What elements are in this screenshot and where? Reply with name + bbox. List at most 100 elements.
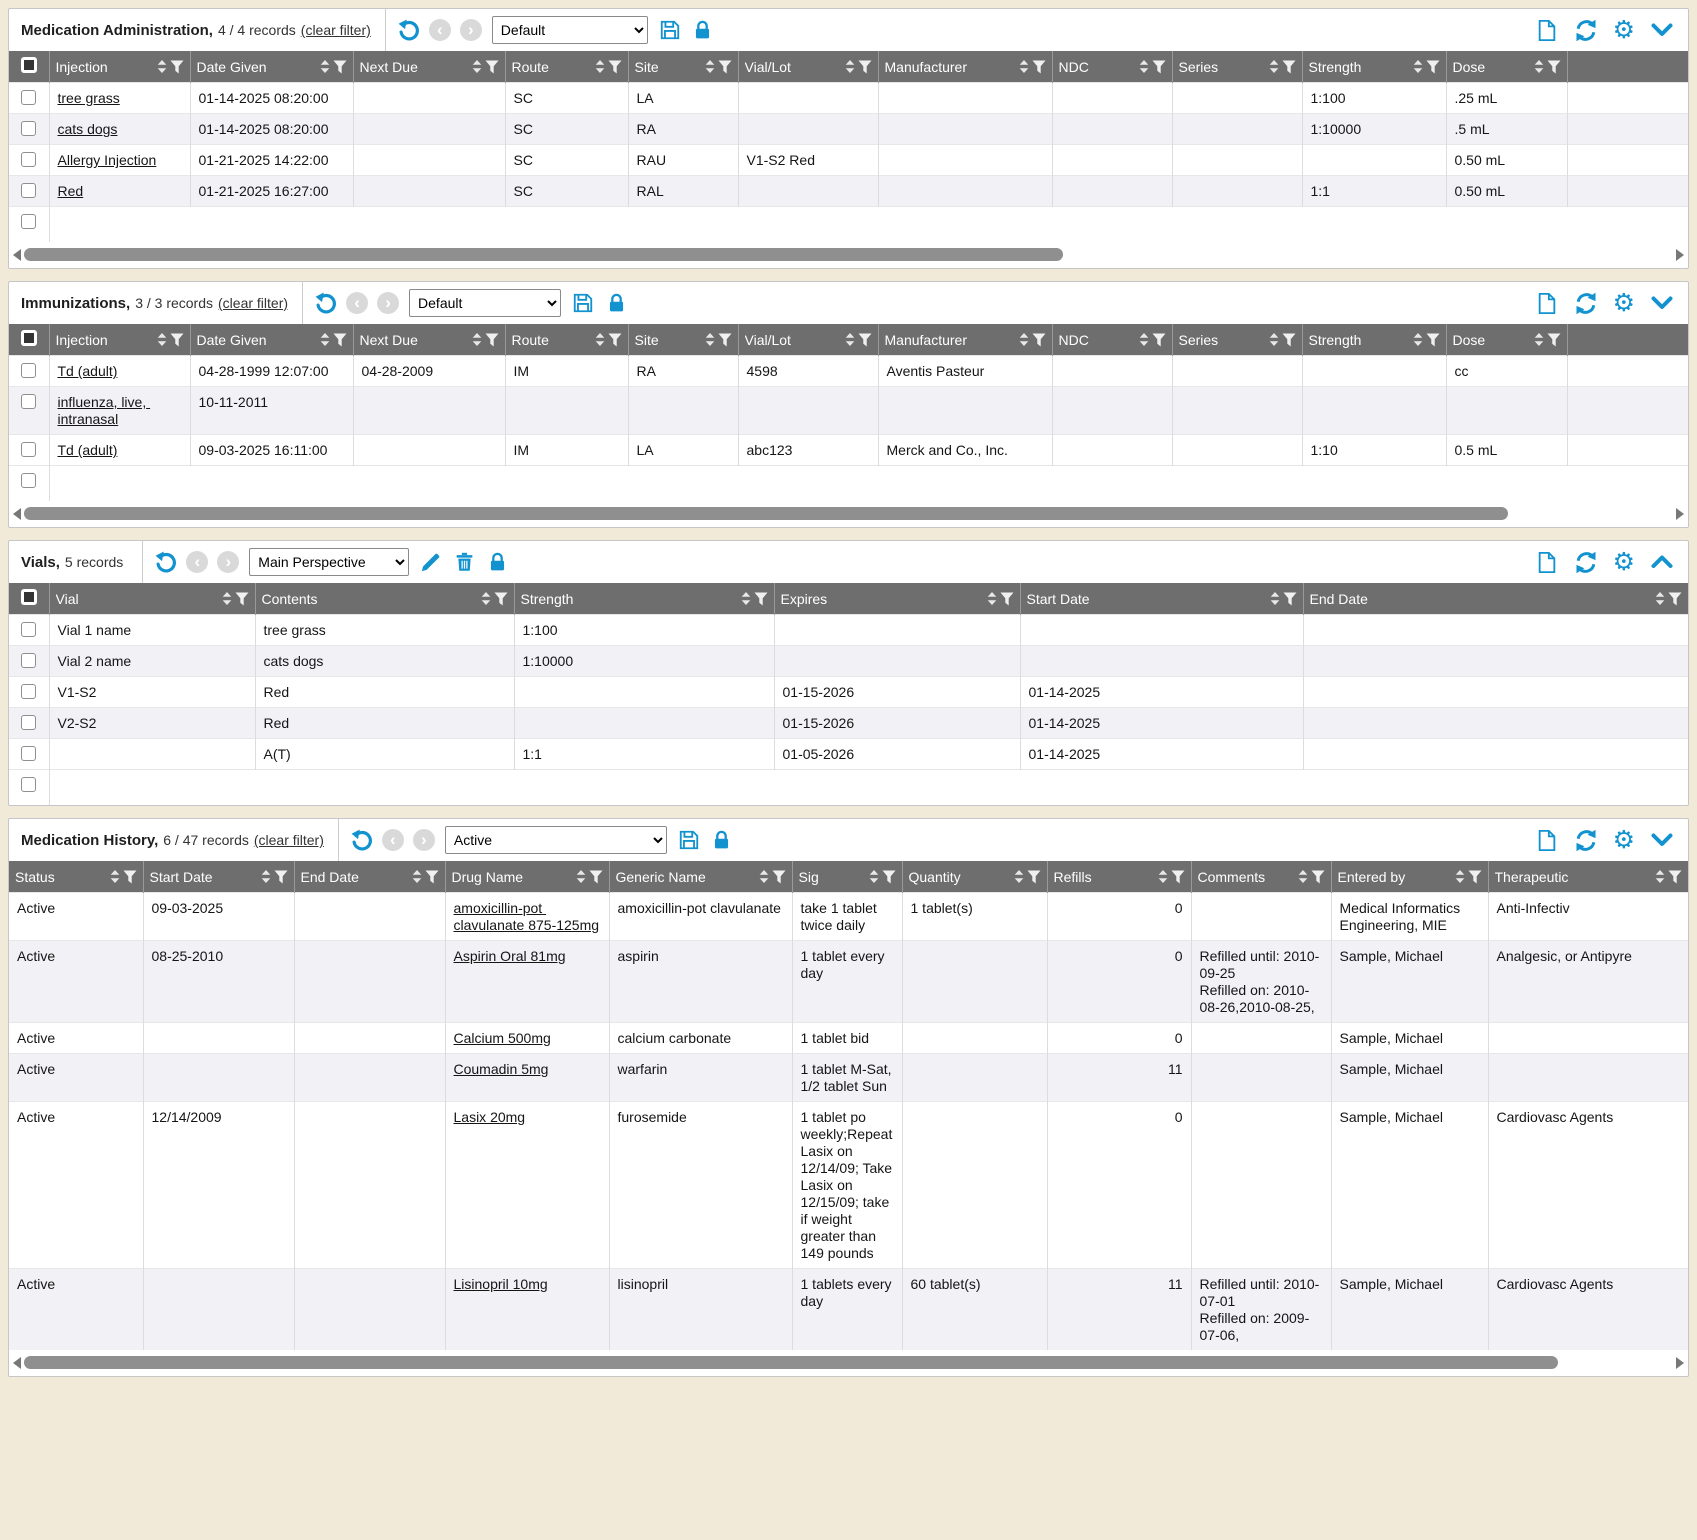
column-header-refills[interactable]: Refills bbox=[1047, 861, 1191, 893]
sort-icon[interactable] bbox=[110, 870, 120, 883]
filter-icon[interactable] bbox=[1311, 870, 1325, 884]
gear-icon[interactable]: ⚙ bbox=[1613, 550, 1635, 575]
filter-icon[interactable] bbox=[1668, 870, 1682, 884]
filter-icon[interactable] bbox=[485, 333, 499, 347]
next-record-icon[interactable]: › bbox=[413, 829, 435, 851]
column-header-dose[interactable]: Dose bbox=[1446, 51, 1567, 83]
new-row-checkbox[interactable] bbox=[21, 214, 36, 229]
filter-icon[interactable] bbox=[1426, 60, 1440, 74]
filter-icon[interactable] bbox=[772, 870, 786, 884]
sort-icon[interactable] bbox=[1139, 333, 1149, 346]
select-all-checkbox[interactable] bbox=[21, 589, 37, 605]
record-link[interactable]: cats dogs bbox=[58, 121, 118, 137]
undo-icon[interactable] bbox=[396, 18, 420, 42]
sort-icon[interactable] bbox=[472, 60, 482, 73]
column-header-site[interactable]: Site bbox=[628, 324, 738, 356]
filter-icon[interactable] bbox=[123, 870, 137, 884]
sort-icon[interactable] bbox=[869, 870, 879, 883]
perspective-select[interactable]: Active bbox=[445, 826, 667, 854]
new-row-checkbox[interactable] bbox=[21, 473, 36, 488]
select-all-checkbox[interactable] bbox=[21, 330, 37, 346]
sort-icon[interactable] bbox=[1455, 870, 1465, 883]
filter-icon[interactable] bbox=[1282, 333, 1296, 347]
column-header-start-date[interactable]: Start Date bbox=[143, 861, 294, 893]
collapse-chevron-icon[interactable] bbox=[1650, 18, 1674, 42]
sort-icon[interactable] bbox=[481, 592, 491, 605]
sort-icon[interactable] bbox=[845, 333, 855, 346]
filter-icon[interactable] bbox=[1426, 333, 1440, 347]
sort-icon[interactable] bbox=[576, 870, 586, 883]
filter-icon[interactable] bbox=[1027, 870, 1041, 884]
sort-icon[interactable] bbox=[1298, 870, 1308, 883]
sort-icon[interactable] bbox=[595, 60, 605, 73]
clear-filter-link[interactable]: (clear filter) bbox=[218, 295, 288, 311]
lock-icon[interactable] bbox=[691, 18, 715, 42]
sort-icon[interactable] bbox=[320, 60, 330, 73]
prev-record-icon[interactable]: ‹ bbox=[346, 292, 368, 314]
record-link[interactable]: amoxicillin-pot clavulanate 875-125mg bbox=[454, 900, 600, 933]
row-checkbox[interactable] bbox=[21, 715, 36, 730]
filter-icon[interactable] bbox=[608, 60, 622, 74]
record-link[interactable]: Lisinopril 10mg bbox=[454, 1276, 548, 1292]
scrollbar-thumb[interactable] bbox=[24, 1356, 1558, 1369]
scroll-right-icon[interactable] bbox=[1676, 508, 1684, 520]
filter-icon[interactable] bbox=[235, 592, 249, 606]
new-record-empty-cell[interactable] bbox=[49, 207, 1688, 243]
scroll-right-icon[interactable] bbox=[1676, 1357, 1684, 1369]
filter-icon[interactable] bbox=[494, 592, 508, 606]
new-record-empty-cell[interactable] bbox=[49, 770, 1688, 806]
column-header-ndc[interactable]: NDC bbox=[1052, 324, 1172, 356]
sort-icon[interactable] bbox=[987, 592, 997, 605]
record-link[interactable]: Td (adult) bbox=[58, 442, 118, 458]
filter-icon[interactable] bbox=[485, 60, 499, 74]
record-link[interactable]: Aspirin Oral 81mg bbox=[454, 948, 566, 964]
record-link[interactable]: influenza, live, intranasal bbox=[58, 394, 151, 427]
column-header-vial-lot[interactable]: Vial/Lot bbox=[738, 324, 878, 356]
row-checkbox[interactable] bbox=[21, 90, 36, 105]
filter-icon[interactable] bbox=[1547, 60, 1561, 74]
filter-icon[interactable] bbox=[1171, 870, 1185, 884]
new-document-icon[interactable] bbox=[1535, 550, 1559, 574]
save-perspective-icon[interactable] bbox=[677, 828, 701, 852]
column-header-contents[interactable]: Contents bbox=[255, 583, 514, 615]
new-row-checkbox[interactable] bbox=[21, 777, 36, 792]
perspective-select[interactable]: Default bbox=[409, 289, 561, 317]
sort-icon[interactable] bbox=[1655, 870, 1665, 883]
column-header-series[interactable]: Series bbox=[1172, 324, 1302, 356]
prev-record-icon[interactable]: ‹ bbox=[382, 829, 404, 851]
filter-icon[interactable] bbox=[1468, 870, 1482, 884]
column-header-vial-lot[interactable]: Vial/Lot bbox=[738, 51, 878, 83]
prev-record-icon[interactable]: ‹ bbox=[186, 551, 208, 573]
new-record-empty-cell[interactable] bbox=[49, 466, 1688, 502]
row-checkbox[interactable] bbox=[21, 363, 36, 378]
column-header-strength[interactable]: Strength bbox=[1302, 51, 1446, 83]
scrollbar-track[interactable] bbox=[24, 507, 1673, 520]
record-link[interactable]: tree grass bbox=[58, 90, 120, 106]
sort-icon[interactable] bbox=[222, 592, 232, 605]
column-header-site[interactable]: Site bbox=[628, 51, 738, 83]
sort-icon[interactable] bbox=[1158, 870, 1168, 883]
new-document-icon[interactable] bbox=[1535, 828, 1559, 852]
record-link[interactable]: Allergy Injection bbox=[58, 152, 157, 168]
edit-perspective-icon[interactable] bbox=[419, 550, 443, 574]
row-checkbox[interactable] bbox=[21, 684, 36, 699]
filter-icon[interactable] bbox=[858, 60, 872, 74]
row-checkbox[interactable] bbox=[21, 622, 36, 637]
column-header-comments[interactable]: Comments bbox=[1191, 861, 1331, 893]
scroll-right-icon[interactable] bbox=[1676, 249, 1684, 261]
column-header-date-given[interactable]: Date Given bbox=[190, 324, 353, 356]
filter-icon[interactable] bbox=[274, 870, 288, 884]
filter-icon[interactable] bbox=[333, 333, 347, 347]
column-header-expires[interactable]: Expires bbox=[774, 583, 1020, 615]
filter-icon[interactable] bbox=[1152, 60, 1166, 74]
column-header-generic-name[interactable]: Generic Name bbox=[609, 861, 792, 893]
filter-icon[interactable] bbox=[858, 333, 872, 347]
column-header-next-due[interactable]: Next Due bbox=[353, 51, 505, 83]
scrollbar-thumb[interactable] bbox=[24, 507, 1508, 520]
collapse-chevron-icon[interactable] bbox=[1650, 550, 1674, 574]
scroll-left-icon[interactable] bbox=[13, 508, 21, 520]
filter-icon[interactable] bbox=[882, 870, 896, 884]
sort-icon[interactable] bbox=[741, 592, 751, 605]
delete-perspective-icon[interactable] bbox=[452, 550, 476, 574]
sort-icon[interactable] bbox=[157, 60, 167, 73]
